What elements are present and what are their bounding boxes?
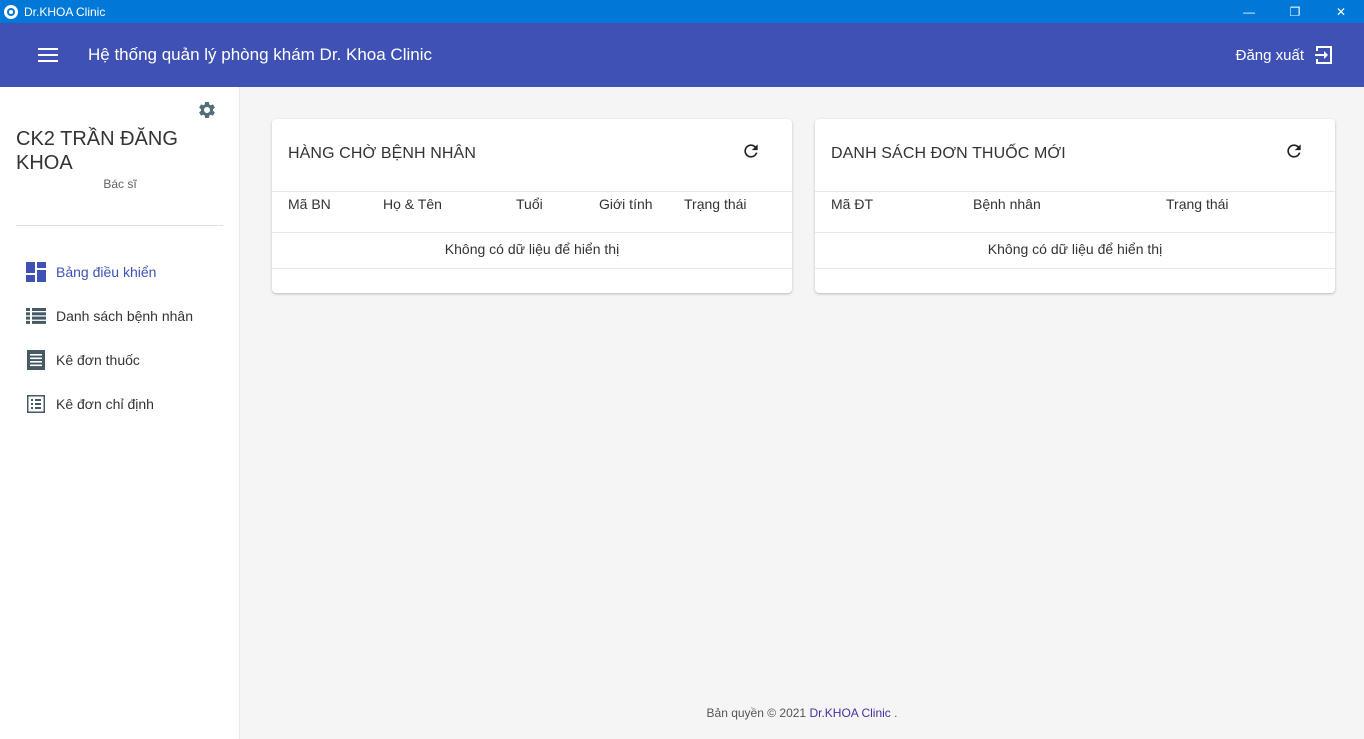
sidebar-item-prescription[interactable]: Kê đơn thuốc [0, 338, 240, 382]
empty-message: Không có dữ liệu để hiển thị [987, 241, 1163, 257]
hamburger-icon [38, 48, 58, 62]
new-prescriptions-card: DANH SÁCH ĐƠN THUỐC MỚI Mã ĐT Bệnh nhân … [815, 119, 1335, 293]
card-divider [272, 191, 792, 192]
sidebar-divider [16, 225, 223, 226]
empty-message: Không có dữ liệu để hiển thị [444, 241, 620, 257]
refresh-button[interactable] [739, 139, 763, 163]
sidebar-nav: Bảng điều khiển Danh sách bệnh nhân Kê đ… [0, 250, 240, 426]
app-logo-icon [4, 4, 18, 19]
list-icon [26, 306, 46, 326]
sidebar-item-label: Danh sách bệnh nhân [56, 308, 193, 324]
brand-link[interactable]: Dr.KHOA Clinic [809, 706, 890, 720]
settings-button[interactable] [194, 97, 220, 123]
column-header[interactable]: Họ & Tên [383, 196, 442, 212]
receipt-icon [26, 350, 46, 370]
logout-label: Đăng xuất [1235, 46, 1304, 64]
card-divider [815, 191, 1335, 192]
window-titlebar: Dr.KHOA Clinic — ❐ ✕ [0, 0, 1364, 23]
close-button[interactable]: ✕ [1318, 0, 1364, 23]
sidebar-item-patient-list[interactable]: Danh sách bệnh nhân [0, 294, 240, 338]
minimize-button[interactable]: — [1226, 0, 1272, 23]
sidebar: CK2 TRẦN ĐĂNG KHOA Bác sĩ Bảng điều khiể… [0, 87, 240, 739]
logout-button[interactable]: Đăng xuất [1236, 23, 1334, 87]
card-title: HÀNG CHỜ BỆNH NHÂN [288, 145, 476, 162]
card-title: DANH SÁCH ĐƠN THUỐC MỚI [831, 145, 1066, 162]
user-name: CK2 TRẦN ĐĂNG KHOA [16, 128, 178, 174]
refresh-button[interactable] [1282, 139, 1306, 163]
column-header[interactable]: Trạng thái [684, 196, 747, 212]
column-header[interactable]: Trạng thái [1166, 196, 1229, 212]
copyright-suffix: . [890, 706, 898, 720]
sidebar-item-order[interactable]: Kê đơn chỉ định [0, 382, 240, 426]
restore-button[interactable]: ❐ [1272, 0, 1318, 23]
sidebar-item-label: Kê đơn thuốc [56, 352, 140, 368]
sidebar-item-label: Bảng điều khiển [56, 264, 157, 280]
gear-icon [199, 102, 215, 118]
column-header[interactable]: Mã ĐT [831, 196, 873, 212]
column-header[interactable]: Bệnh nhân [973, 196, 1041, 212]
refresh-icon [1287, 144, 1301, 158]
sidebar-item-label: Kê đơn chỉ định [56, 396, 154, 412]
card-divider [815, 268, 1335, 269]
app-title: Hệ thống quản lý phòng khám Dr. Khoa Cli… [88, 45, 432, 64]
dashboard-icon [26, 262, 46, 282]
patient-queue-card: HÀNG CHỜ BỆNH NHÂN Mã BN Họ & Tên Tuổi G… [272, 119, 792, 293]
card-divider [815, 232, 1335, 233]
column-header[interactable]: Giới tính [599, 196, 653, 212]
card-divider [272, 232, 792, 233]
column-header[interactable]: Mã BN [288, 196, 331, 212]
footer: Bản quyền © 2021 Dr.KHOA Clinic . [240, 706, 1364, 720]
checklist-icon [26, 394, 46, 414]
logout-icon [1315, 46, 1332, 64]
user-role: Bác sĩ [103, 177, 137, 191]
column-header[interactable]: Tuổi [516, 196, 543, 212]
refresh-icon [744, 144, 758, 158]
menu-button[interactable] [24, 31, 72, 79]
copyright-text: Bản quyền © 2021 [706, 706, 810, 720]
window-title: Dr.KHOA Clinic [24, 4, 106, 19]
card-divider [272, 268, 792, 269]
sidebar-item-dashboard[interactable]: Bảng điều khiển [0, 250, 240, 294]
app-header: Hệ thống quản lý phòng khám Dr. Khoa Cli… [0, 23, 1364, 87]
